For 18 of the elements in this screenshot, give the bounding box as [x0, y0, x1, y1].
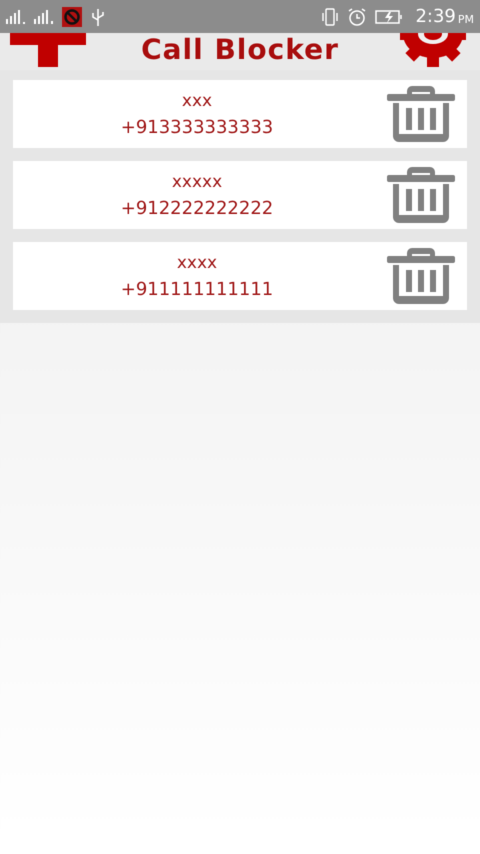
- battery-charging-icon: [375, 8, 404, 24]
- contact-number: +912222222222: [120, 198, 274, 218]
- signal-icon: [6, 10, 26, 24]
- contact-name: xxxx: [176, 252, 218, 272]
- delete-icon[interactable]: [387, 248, 455, 304]
- contact-number: +911111111111: [120, 278, 274, 300]
- app-title: Call Blocker: [141, 35, 339, 68]
- contact-name: xxx: [182, 90, 212, 110]
- contact-number: +913333333333: [120, 116, 274, 138]
- clock-meridiem: PM: [458, 12, 474, 26]
- delete-icon[interactable]: [387, 167, 455, 223]
- vibrate-icon: [321, 6, 340, 26]
- alarm-icon: [347, 6, 368, 26]
- delete-icon[interactable]: [387, 86, 455, 142]
- clock-time: 2:39: [415, 6, 456, 27]
- signal-icon: [34, 10, 54, 24]
- blocked-notification-icon: [62, 6, 82, 26]
- contact-name: xxxxx: [172, 172, 222, 192]
